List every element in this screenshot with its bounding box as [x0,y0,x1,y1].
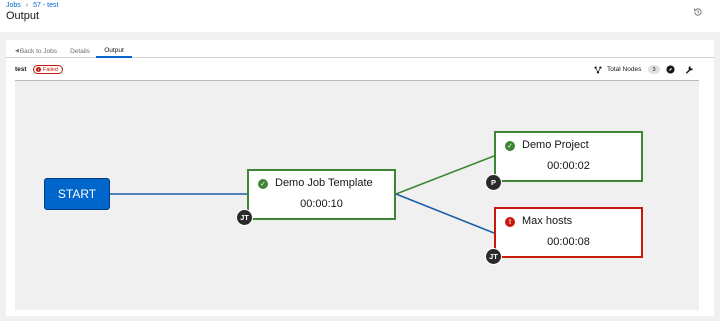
tab-details-label: Details [70,47,90,55]
check-circle-icon: ✓ [505,141,515,151]
node-name: Demo Project [522,139,589,151]
tab-details[interactable]: Details [65,44,95,58]
tab-output-label: Output [104,46,124,54]
page-header: Jobs › 57 - test Output [0,0,720,32]
node-demo-project[interactable]: ✓ Demo Project 00:00:02 [494,131,643,182]
node-max-hosts[interactable]: ! Max hosts 00:00:08 [494,207,643,258]
node-elapsed-time: 00:00:02 [547,160,590,172]
tab-output[interactable]: Output [96,44,132,58]
output-card: ◀ Back to Jobs Details Output test ! Fai… [6,40,714,316]
history-icon[interactable] [693,7,703,17]
exclamation-circle-icon: ! [505,217,515,227]
node-name: Max hosts [522,215,573,227]
breadcrumb: Jobs › 57 - test [6,2,58,9]
workflow-canvas[interactable]: START ✓ Demo Job Template 00:00:10 JT ✓ … [15,80,699,310]
tab-bar: ◀ Back to Jobs Details Output [6,44,714,58]
total-nodes-count: 3 [648,65,660,74]
check-circle-icon: ✓ [258,179,268,189]
compass-icon[interactable] [666,65,675,74]
tab-back-to-jobs-label: Back to Jobs [19,47,58,55]
breadcrumb-current[interactable]: 57 - test [33,2,58,9]
link-job-template-to-project [395,155,495,195]
page-title: Output [6,10,40,22]
link-job-template-to-max-hosts [395,193,495,234]
total-nodes-label: Total Nodes [607,66,642,73]
job-name: test [15,66,27,73]
project-type-badge: P [485,174,502,191]
wrench-icon[interactable] [685,65,694,74]
node-elapsed-time: 00:00:08 [547,236,590,248]
job-template-type-badge: JT [485,248,502,265]
node-demo-job-template[interactable]: ✓ Demo Job Template 00:00:10 [247,169,396,220]
workflow-toolbar: test ! Failed Total Nodes 3 [6,62,714,78]
exclamation-circle-icon: ! [36,67,41,72]
start-node[interactable]: START [44,178,110,210]
tab-back-to-jobs[interactable]: ◀ Back to Jobs [10,44,62,58]
job-template-type-badge: JT [236,209,253,226]
topology-icon [594,66,602,74]
node-elapsed-time: 00:00:10 [300,198,343,210]
breadcrumb-separator: › [25,2,29,9]
node-name: Demo Job Template [275,177,373,189]
status-label: Failed [43,66,58,73]
caret-left-icon: ◀ [14,48,19,54]
status-badge: ! Failed [33,65,63,74]
breadcrumb-jobs-link[interactable]: Jobs [6,2,21,9]
